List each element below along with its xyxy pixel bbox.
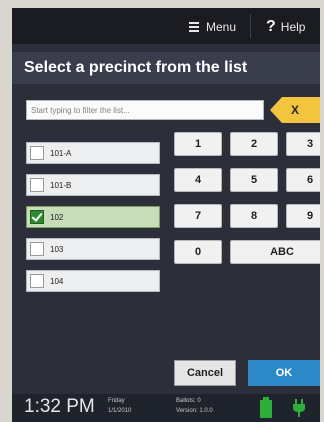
precinct-checkbox-checked[interactable] bbox=[30, 210, 44, 224]
topbar-divider bbox=[250, 14, 251, 38]
key-8[interactable]: 8 bbox=[230, 204, 278, 228]
battery-icon bbox=[260, 397, 272, 418]
help-icon: ? bbox=[266, 18, 276, 35]
precinct-item[interactable]: 101-B bbox=[26, 174, 160, 196]
help-label: Help bbox=[280, 20, 306, 34]
precinct-checkbox[interactable] bbox=[30, 178, 44, 192]
precinct-checkbox[interactable] bbox=[30, 146, 44, 160]
status-date: 1/1/2010 bbox=[108, 408, 132, 414]
ok-button[interactable]: OK bbox=[248, 360, 320, 386]
cancel-button[interactable]: Cancel bbox=[174, 360, 236, 386]
precinct-item[interactable]: 103 bbox=[26, 238, 160, 260]
precinct-checkbox[interactable] bbox=[30, 242, 44, 256]
precinct-label: 103 bbox=[50, 244, 64, 254]
cancel-label: Cancel bbox=[186, 367, 224, 379]
page-title: Select a precinct from the list bbox=[12, 52, 320, 84]
key-3[interactable]: 3 bbox=[286, 132, 320, 156]
key-9[interactable]: 9 bbox=[286, 204, 320, 228]
key-0[interactable]: 0 bbox=[174, 240, 222, 264]
key-2[interactable]: 2 bbox=[230, 132, 278, 156]
status-bar: 1:32 PM Friday 1/1/2010 Ballots: 0 Versi… bbox=[12, 394, 320, 422]
precinct-label: 102 bbox=[50, 212, 64, 222]
clear-filter-button[interactable]: X bbox=[270, 97, 320, 123]
clock: 1:32 PM bbox=[24, 396, 95, 417]
help-button[interactable]: ? Help bbox=[266, 18, 305, 36]
version-info: Version: 1.0.0 bbox=[176, 408, 213, 414]
power-plug-icon bbox=[293, 399, 305, 417]
key-1[interactable]: 1 bbox=[174, 132, 222, 156]
top-bar: Menu ? Help bbox=[12, 8, 320, 44]
key-4[interactable]: 4 bbox=[174, 168, 222, 192]
menu-icon bbox=[189, 22, 199, 32]
precinct-label: 101-B bbox=[50, 180, 72, 190]
status-day: Friday bbox=[108, 398, 125, 404]
ok-label: OK bbox=[275, 367, 293, 379]
key-5[interactable]: 5 bbox=[230, 168, 278, 192]
precinct-item-selected[interactable]: 102 bbox=[26, 206, 160, 228]
clear-filter-label: X bbox=[290, 103, 299, 117]
key-6[interactable]: 6 bbox=[286, 168, 320, 192]
device-screen: Menu ? Help Select a precinct from the l… bbox=[12, 8, 320, 422]
precinct-checkbox[interactable] bbox=[30, 274, 44, 288]
menu-label: Menu bbox=[206, 20, 237, 34]
filter-input[interactable] bbox=[26, 100, 264, 120]
precinct-label: 104 bbox=[50, 276, 64, 286]
precinct-item[interactable]: 101-A bbox=[26, 142, 160, 164]
key-abc[interactable]: ABC bbox=[230, 240, 320, 264]
key-7[interactable]: 7 bbox=[174, 204, 222, 228]
ballot-count: Ballots: 0 bbox=[176, 398, 201, 404]
precinct-item[interactable]: 104 bbox=[26, 270, 160, 292]
menu-button[interactable]: Menu bbox=[188, 18, 236, 36]
precinct-label: 101-A bbox=[50, 148, 72, 158]
